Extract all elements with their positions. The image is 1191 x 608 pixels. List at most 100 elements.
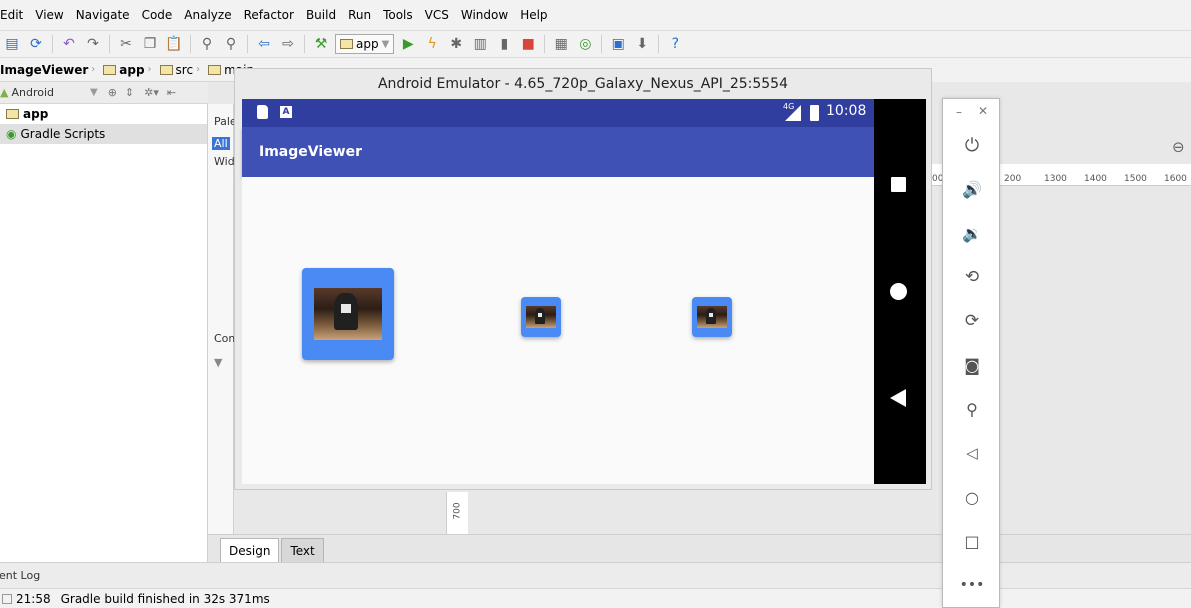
toolwindow-icon[interactable]	[2, 593, 12, 604]
project-view-select[interactable]: Android	[11, 86, 54, 99]
tab-text[interactable]: Text	[281, 538, 324, 562]
close-icon[interactable]: ✕	[978, 104, 988, 118]
zoom-icon[interactable]: ⚲	[959, 396, 985, 422]
menu-tools[interactable]: Tools	[377, 0, 419, 30]
attach-debugger-icon[interactable]: ▮	[493, 33, 515, 55]
menu-run[interactable]: Run	[342, 0, 377, 30]
rotate-left-icon[interactable]: ⟲	[959, 264, 985, 290]
rotate-right-icon[interactable]: ⟳	[959, 308, 985, 334]
forward-icon[interactable]: ⇨	[277, 33, 299, 55]
project-pane-header: ▲ Android ▼ ⊕ ⇕ ✲▾ ⇤	[0, 82, 208, 104]
menu-build[interactable]: Build	[300, 0, 342, 30]
scroll-from-source-icon[interactable]: ⊕	[108, 86, 117, 99]
breadcrumb-src[interactable]: src ›	[156, 63, 205, 77]
status-time: 21:58	[16, 591, 51, 606]
editor-mode-tabs: Design Text	[208, 534, 1191, 562]
redo-icon[interactable]: ↷	[82, 33, 104, 55]
find-icon[interactable]: ⚲	[196, 33, 218, 55]
cut-icon[interactable]: ✂	[115, 33, 137, 55]
photo-thumbnail	[697, 306, 727, 328]
event-log-title[interactable]: ent Log	[0, 569, 40, 582]
battery-icon	[810, 105, 819, 121]
undo-icon[interactable]: ↶	[58, 33, 80, 55]
breadcrumb-app[interactable]: app ›	[99, 63, 155, 77]
home-icon[interactable]	[890, 283, 907, 300]
minimize-icon[interactable]: –	[956, 105, 962, 119]
more-icon[interactable]: •••	[959, 572, 985, 598]
run-icon[interactable]: ▶	[397, 33, 419, 55]
notification-icon: A	[280, 106, 292, 118]
ruler-tick: 1500	[1124, 174, 1147, 184]
help-icon[interactable]: ?	[664, 33, 686, 55]
project-tree: app ◉ Gradle Scripts	[0, 104, 208, 562]
sdk-manager-icon[interactable]: ◎	[574, 33, 596, 55]
gear-icon[interactable]: ✲▾	[144, 86, 159, 99]
stop-icon[interactable]: ■	[517, 33, 539, 55]
back-nav-icon[interactable]	[890, 389, 906, 407]
menu-navigate[interactable]: Navigate	[70, 0, 136, 30]
chevron-right-icon: ›	[91, 64, 96, 75]
collapse-icon[interactable]: ⇕	[125, 86, 134, 99]
sync-icon[interactable]: ⟳	[25, 33, 47, 55]
image-button-small[interactable]	[692, 297, 732, 337]
main-toolbar: ▤ ⟳ ↶ ↷ ✂ ❐ 📋 ⚲ ⚲ ⇦ ⇨ ⚒ app ▼ ▶ ϟ ✱ ▥ ▮ …	[0, 30, 1191, 58]
menu-edit[interactable]: Edit	[0, 0, 29, 30]
menu-code[interactable]: Code	[136, 0, 179, 30]
emulator-screen[interactable]: A 4G 10:08 ImageViewer	[242, 99, 926, 484]
menu-analyze[interactable]: Analyze	[178, 0, 237, 30]
android-device-monitor-icon[interactable]: ⬇	[631, 33, 653, 55]
back-icon[interactable]: ◁	[959, 440, 985, 466]
apply-changes-icon[interactable]: ϟ	[421, 33, 443, 55]
tab-design[interactable]: Design	[220, 538, 280, 562]
run-config-select[interactable]: app ▼	[335, 34, 395, 54]
folder-icon	[208, 64, 222, 75]
hide-icon[interactable]: ⇤	[167, 86, 176, 99]
toolbar-divider	[247, 35, 248, 53]
ruler-tick: 700	[452, 502, 463, 520]
chevron-right-icon: ›	[196, 64, 201, 75]
menu-help[interactable]: Help	[514, 0, 553, 30]
volume-up-icon[interactable]: 🔊	[959, 176, 985, 202]
tree-item-gradle-scripts[interactable]: ◉ Gradle Scripts	[0, 124, 207, 144]
profile-icon[interactable]: ▥	[469, 33, 491, 55]
breadcrumb: ImageViewer › app › src › main	[0, 58, 254, 82]
run-config-label: app	[356, 37, 379, 51]
tree-item-app[interactable]: app	[0, 104, 207, 124]
home-icon[interactable]: ○	[959, 484, 985, 510]
breadcrumb-project[interactable]: ImageViewer ›	[0, 63, 99, 77]
camera-icon[interactable]: ◙	[959, 352, 985, 378]
breadcrumb-label: ImageViewer	[0, 62, 89, 77]
menu-refactor[interactable]: Refactor	[238, 0, 300, 30]
palette-tab-widgets[interactable]: Wid	[214, 155, 235, 168]
tree-item-label: app	[23, 107, 49, 121]
gradle-icon: ◉	[6, 127, 17, 141]
folder-icon	[159, 64, 173, 75]
palette-tab-all[interactable]: All	[212, 137, 230, 150]
project-structure-icon[interactable]: ▣	[607, 33, 629, 55]
tree-expand-icon[interactable]: ▼	[214, 356, 222, 369]
save-all-icon[interactable]: ▤	[1, 33, 23, 55]
make-project-icon[interactable]: ⚒	[310, 33, 332, 55]
menu-window[interactable]: Window	[455, 0, 514, 30]
app-toolbar: ImageViewer	[242, 127, 874, 177]
paste-icon[interactable]: 📋	[163, 33, 185, 55]
menu-view[interactable]: View	[29, 0, 69, 30]
power-icon[interactable]: ⏻	[959, 132, 985, 158]
toolbar-divider	[190, 35, 191, 53]
debug-icon[interactable]: ✱	[445, 33, 467, 55]
signal-icon	[785, 105, 801, 121]
chevron-down-icon[interactable]: ▼	[90, 87, 98, 98]
image-button-small[interactable]	[521, 297, 561, 337]
overview-icon[interactable]: □	[959, 528, 985, 554]
copy-icon[interactable]: ❐	[139, 33, 161, 55]
volume-down-icon[interactable]: 🔉	[959, 220, 985, 246]
recents-icon[interactable]	[891, 177, 906, 192]
back-icon[interactable]: ⇦	[253, 33, 275, 55]
avd-manager-icon[interactable]: ▦	[550, 33, 572, 55]
zoom-out-icon[interactable]: ⊖	[1172, 138, 1185, 156]
chevron-right-icon: ›	[147, 64, 152, 75]
image-button-large[interactable]	[302, 268, 394, 360]
menu-vcs[interactable]: VCS	[419, 0, 455, 30]
event-log-bar: ent Log	[0, 562, 1191, 588]
replace-icon[interactable]: ⚲	[220, 33, 242, 55]
